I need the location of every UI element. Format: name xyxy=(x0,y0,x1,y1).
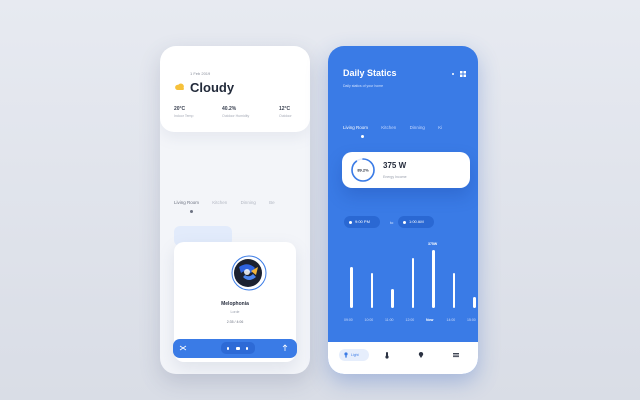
energy-label: Energy Income xyxy=(383,175,407,179)
chart-bar[interactable] xyxy=(411,258,414,308)
energy-value: 375 W xyxy=(383,161,407,170)
x-axis-label: 11:00 xyxy=(385,318,394,322)
pause-icon[interactable] xyxy=(236,346,240,350)
thermostat-icon[interactable] xyxy=(383,351,391,359)
stat-value: 20°C xyxy=(174,106,186,112)
song-artist: Lorde xyxy=(230,310,240,314)
x-axis-label: 10:00 xyxy=(364,318,374,322)
options-menu-icon[interactable] xyxy=(450,70,468,78)
clock-icon xyxy=(349,220,352,224)
range-separator: to xyxy=(390,220,394,225)
energy-percent: 89.2% xyxy=(357,168,369,173)
bottom-navigation: Light xyxy=(328,342,478,374)
active-tab-indicator xyxy=(361,135,364,138)
time-to-picker[interactable]: 1:00 AM xyxy=(398,216,434,228)
album-art xyxy=(231,255,267,291)
repeat-icon[interactable] xyxy=(281,344,289,352)
weather-card: 1 Feb 2019 Cloudy 20°C Indoor Temp 40.2%… xyxy=(160,46,310,132)
chart-bar[interactable] xyxy=(391,288,394,308)
song-time: 2:35 / 4:06 xyxy=(226,320,244,324)
nav-light-button[interactable]: Light xyxy=(339,349,369,361)
peak-value-label: 375W xyxy=(428,242,438,246)
smart-home-phone: 1 Feb 2019 Cloudy 20°C Indoor Temp 40.2%… xyxy=(160,46,310,374)
location-icon[interactable] xyxy=(417,351,425,359)
chart-bar[interactable] xyxy=(452,273,455,308)
weather-stat: 12°C Outdoor xyxy=(279,106,307,118)
chart-bar[interactable] xyxy=(473,296,476,308)
prev-icon[interactable] xyxy=(227,346,229,350)
tab-living-room[interactable]: Living Room xyxy=(343,125,368,130)
shuffle-icon[interactable] xyxy=(179,344,187,352)
time-from: 9:00 PM xyxy=(355,219,370,224)
tab-dinning[interactable]: Dinning xyxy=(241,200,256,205)
bulb-icon xyxy=(344,352,348,358)
chart-bar[interactable] xyxy=(350,266,353,308)
stat-value: 40.2% xyxy=(222,106,237,112)
tab-bedroom[interactable]: Be xyxy=(269,200,275,205)
tab-living-room[interactable]: Living Room xyxy=(174,200,199,205)
energy-progress-ring: 89.2% xyxy=(351,158,375,182)
nav-light-label: Light xyxy=(351,352,359,357)
tab-kitchen[interactable]: Kitchen xyxy=(212,200,227,205)
chart-bar[interactable] xyxy=(432,250,435,308)
weather-stat: 40.2% Outdoor Humidity xyxy=(222,106,262,118)
weather-date: 1 Feb 2019 xyxy=(190,71,211,76)
cloudy-icon xyxy=(175,83,184,90)
x-axis-label: 09:00 xyxy=(344,318,353,322)
stat-label: Outdoor xyxy=(279,114,292,118)
player-controls-bar xyxy=(173,339,297,358)
room-tabs: Living Room Kitchen Dinning Ki xyxy=(343,125,454,130)
weather-condition: Cloudy xyxy=(190,80,235,95)
menu-icon[interactable] xyxy=(452,351,460,359)
room-tabs: Living Room Kitchen Dinning Be xyxy=(174,200,287,205)
x-axis-label: Now xyxy=(426,318,434,322)
tab-more[interactable]: Ki xyxy=(438,125,442,130)
clock-icon xyxy=(403,220,406,224)
x-axis-label: 14:00 xyxy=(446,318,456,322)
song-title: Melophonia xyxy=(221,301,249,307)
stat-label: Indoor Temp xyxy=(174,114,194,118)
stat-label: Outdoor Humidity xyxy=(222,114,250,118)
time-from-picker[interactable]: 9:00 PM xyxy=(344,216,380,228)
statistics-phone: Daily Statics Daily statics of your home… xyxy=(328,46,478,374)
next-icon[interactable] xyxy=(246,346,248,350)
stat-value: 12°C xyxy=(279,106,291,112)
x-axis-label: 12:00 xyxy=(405,318,415,322)
x-axis-label: 15:00 xyxy=(467,318,476,322)
tab-dinning[interactable]: Dinning xyxy=(410,125,425,130)
active-tab-indicator xyxy=(190,210,193,213)
energy-card[interactable]: 89.2% 375 W Energy Income xyxy=(342,152,470,188)
time-to: 1:00 AM xyxy=(409,219,424,224)
page-subtitle: Daily statics of your home xyxy=(343,84,384,88)
playback-controls xyxy=(221,342,255,354)
chart-bar[interactable] xyxy=(370,273,373,308)
page-title: Daily Statics xyxy=(343,68,397,78)
weather-stat: 20°C Indoor Temp xyxy=(174,106,214,118)
tab-kitchen[interactable]: Kitchen xyxy=(381,125,396,130)
